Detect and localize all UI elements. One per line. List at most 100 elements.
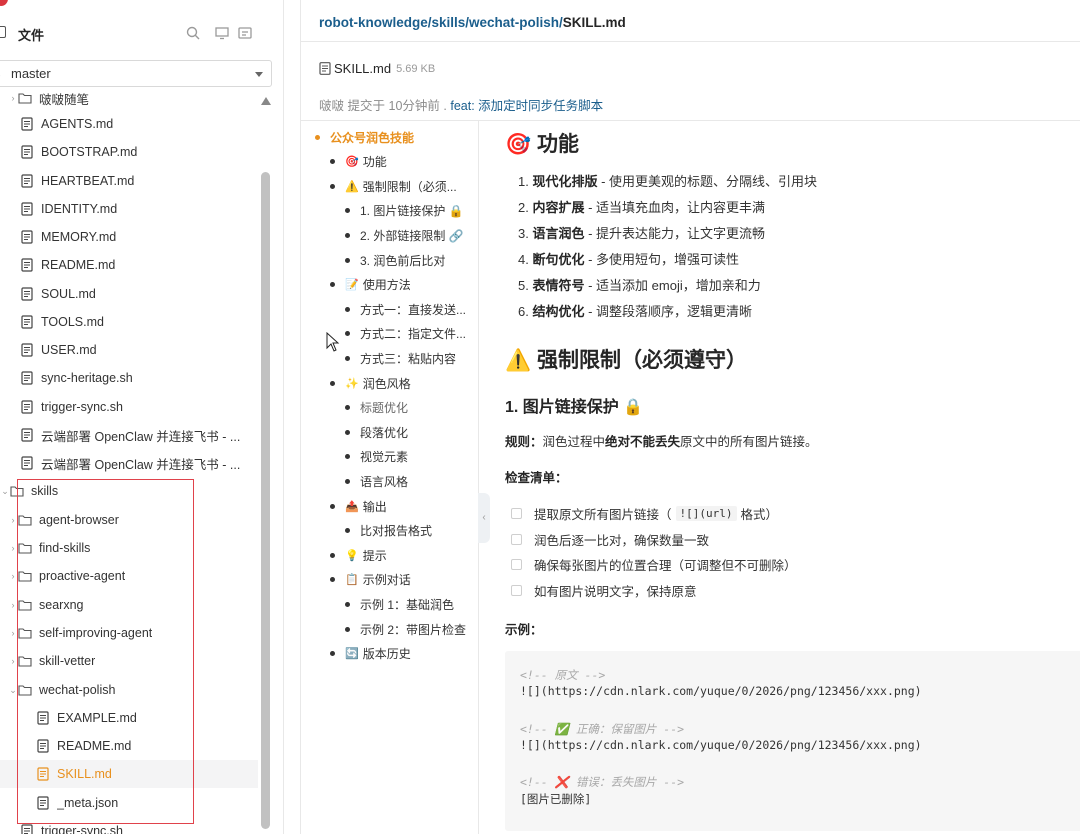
outline-item[interactable]: 方式三：粘贴内容 [345,348,456,368]
outline-item[interactable]: 🔄 版本历史 [330,644,411,664]
feature-title: 内容扩展 [532,200,585,215]
bullet-dot [315,134,320,140]
outline-item[interactable]: 2. 外部链接限制 🔗 [345,225,464,245]
tree-file[interactable]: SOUL.md [0,280,258,308]
tree-folder[interactable]: › 啵啵随笔 [0,84,258,112]
outline-item[interactable]: 段落优化 [345,422,408,442]
tree-folder[interactable]: › proactive-agent [0,562,258,590]
mouse-cursor-icon [326,332,340,352]
bullet-dot [345,257,350,263]
tree-file[interactable]: EXAMPLE.md [0,704,258,732]
outline-item[interactable]: 方式一：直接发送... [345,299,466,319]
rule-paragraph: 规则：润色过程中绝对不能丢失原文中的所有图片链接。 [505,431,818,450]
outline-item[interactable]: 📤 输出 [330,496,387,516]
outline-item[interactable]: 方式二：指定文件... [345,324,466,344]
folder-open-icon [10,486,24,497]
tree-folder[interactable]: › searxng [0,591,258,619]
search-icon[interactable] [186,26,200,40]
tree-file[interactable]: README.md [0,732,258,760]
outline-item[interactable]: 标题优化 [345,398,408,418]
checklist-item: 如有图片说明文字，保持原意 [511,581,697,600]
tree-file[interactable]: SKILL.md [0,760,258,788]
chevron-right-icon[interactable]: › [8,543,18,553]
outline-item[interactable]: 语言风格 [345,471,408,491]
tree-folder[interactable]: › find-skills [0,534,258,562]
tree-file[interactable]: AGENTS.md [0,110,258,138]
tree-folder[interactable]: › skill-vetter [0,647,258,675]
tree-file[interactable]: trigger-sync.sh [0,817,258,834]
example-label-text: 示例： [505,623,543,637]
folder-icon [18,600,32,611]
tree-folder[interactable]: ⌄ wechat-polish [0,676,258,704]
tree-folder[interactable]: › self-improving-agent [0,619,258,647]
outline-item[interactable]: 公众号润色技能 [315,127,414,147]
chevron-right-icon[interactable]: › [8,600,18,610]
outline-item-label: 标题优化 [360,401,409,416]
chevron-right-icon[interactable]: › [8,628,18,638]
outline-item[interactable]: 3. 润色前后比对 [345,250,445,270]
tree-item-label: wechat-polish [39,683,116,697]
checklist-item: 确保每张图片的位置合理（可调整但不可删除） [511,555,797,574]
monitor-icon[interactable] [215,26,229,40]
breadcrumb-path[interactable]: robot-knowledge/skills/wechat-polish/ [319,15,563,30]
outline-item[interactable]: 1. 图片链接保护 🔒 [345,201,464,221]
window-close-dot[interactable] [0,0,8,6]
commit-message[interactable]: feat: 添加定时同步任务脚本 [450,99,603,113]
tree-folder[interactable]: ⌄ skills [0,477,258,505]
tree-file[interactable]: trigger-sync.sh [0,393,258,421]
tree-file[interactable]: MEMORY.md [0,223,258,251]
chevron-right-icon[interactable]: › [8,571,18,581]
outline-item[interactable]: 📋 示例对话 [330,570,411,590]
file-icon [21,456,33,470]
commit-author[interactable]: 啵啵 [319,99,344,113]
tree-file[interactable]: IDENTITY.md [0,195,258,223]
bullet-dot [345,429,350,435]
outline-item[interactable]: 示例 2：带图片检查 [345,619,466,639]
chevron-down-icon[interactable]: ⌄ [8,685,18,696]
scroll-up-arrow-icon[interactable] [261,97,271,105]
outline-item-label: 公众号润色技能 [330,130,415,145]
code-block: <!-- 原文 --> ![](https://cdn.nlark.com/yuq… [505,651,1080,831]
tree-file[interactable]: TOOLS.md [0,308,258,336]
checkbox[interactable] [511,508,522,519]
tree-item-label: AGENTS.md [41,117,114,131]
outline-item[interactable]: 💡 提示 [330,545,387,565]
feature-list-item: 2. 内容扩展 - 适当填充血肉，让内容更丰满 [518,197,765,216]
outline-item[interactable]: 📝 使用方法 [330,275,411,295]
chevron-down-icon[interactable]: ⌄ [0,486,10,497]
scrollbar-thumb[interactable] [261,172,270,829]
tree-file[interactable]: 云端部署 OpenClaw 并连接飞书 - ... [0,449,258,477]
tree-file[interactable]: sync-heritage.sh [0,364,258,392]
feature-list-item: 6. 结构优化 - 调整段落顺序，逻辑更清晰 [518,301,752,320]
tree-file[interactable]: README.md [0,251,258,279]
outline-item[interactable]: 视觉元素 [345,447,408,467]
tree-file[interactable]: 云端部署 OpenClaw 并连接飞书 - ... [0,421,258,449]
chevron-right-icon[interactable]: › [8,515,18,525]
bullet-dot [345,528,350,534]
checklist-text: 如有图片说明文字，保持原意 [534,584,697,599]
features-heading: 🎯 功能 [505,133,579,156]
outline-item[interactable]: ⚠️ 强制限制（必须... [330,176,457,196]
tree-folder[interactable]: › agent-browser [0,506,258,534]
tree-file[interactable]: USER.md [0,336,258,364]
outline-item[interactable]: 示例 1：基础润色 [345,594,454,614]
branch-select[interactable]: ⸝ master [0,60,272,87]
chevron-right-icon[interactable]: › [8,93,18,103]
terminal-icon[interactable] [238,26,252,40]
outline-item[interactable]: 🎯 功能 [330,152,387,172]
outline-item[interactable]: 比对报告格式 [345,521,432,541]
chevron-right-icon[interactable]: › [8,656,18,666]
inline-code: ![](url) [675,506,737,521]
bullet-dot [330,503,335,509]
checkbox[interactable] [511,584,522,596]
tree-file[interactable]: BOOTSTRAP.md [0,138,258,166]
outline-item-label: 2. 外部链接限制 🔗 [360,228,464,243]
checkbox[interactable] [511,559,522,570]
tree-file[interactable]: _meta.json [0,789,258,817]
tree-file[interactable]: HEARTBEAT.md [0,167,258,195]
panel-toggle-icon[interactable] [0,26,6,38]
outline-collapse-button[interactable]: ‹ [478,493,490,543]
tree-item-label: sync-heritage.sh [41,371,133,385]
outline-item[interactable]: ✨ 润色风格 [330,373,411,393]
checkbox[interactable] [511,533,522,545]
